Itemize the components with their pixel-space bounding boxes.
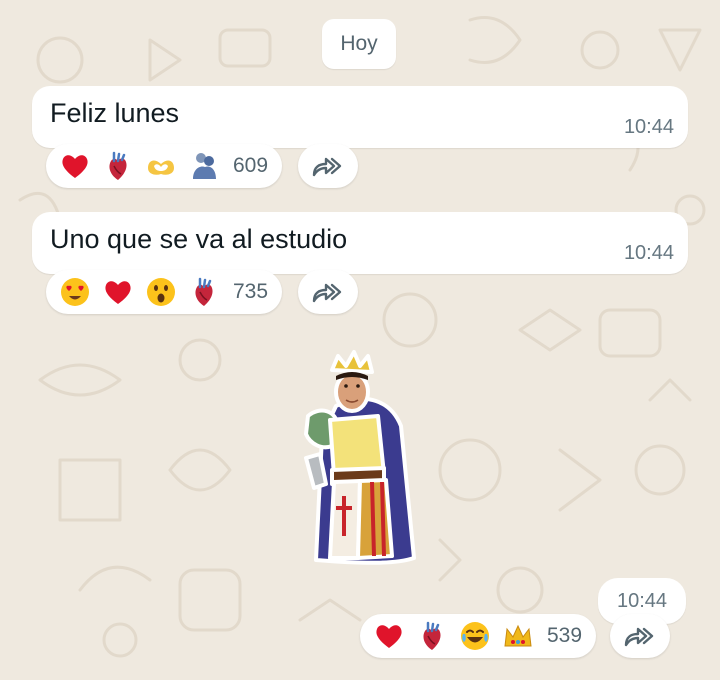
tears-of-joy-face-icon — [458, 619, 492, 653]
anatomical-heart-icon — [101, 149, 135, 183]
red-heart-icon — [101, 275, 135, 309]
forward-button-2[interactable] — [298, 270, 358, 314]
message-bubble-2[interactable]: Uno que se va al estudio 10:44 — [32, 212, 688, 274]
people-hugging-icon — [187, 149, 221, 183]
red-heart-icon — [372, 619, 406, 653]
message-time: 10:44 — [623, 242, 674, 264]
red-heart-icon — [58, 149, 92, 183]
heart-eyes-face-icon — [58, 275, 92, 309]
reaction-count: 609 — [233, 154, 269, 177]
forward-button-3[interactable] — [610, 614, 670, 658]
reactions-bar-2[interactable]: 735 — [46, 270, 282, 314]
heart-hands-icon — [144, 149, 178, 183]
date-chip: Hoy — [322, 19, 396, 69]
reaction-count: 735 — [233, 280, 269, 303]
message-time: 10:44 — [623, 116, 674, 138]
anatomical-heart-icon — [187, 275, 221, 309]
message-text: Feliz lunes — [50, 98, 180, 128]
reaction-count: 539 — [547, 624, 583, 647]
message-text: Uno que se va al estudio — [50, 224, 348, 254]
forward-button-1[interactable] — [298, 144, 358, 188]
reactions-bar-3[interactable]: 539 — [360, 614, 596, 658]
astonished-face-icon — [144, 275, 178, 309]
anatomical-heart-icon — [415, 619, 449, 653]
king-sticker[interactable] — [296, 346, 428, 570]
message-bubble-1[interactable]: Feliz lunes 10:44 — [32, 86, 688, 148]
crown-icon — [501, 619, 535, 653]
forward-icon — [312, 157, 342, 177]
reactions-bar-1[interactable]: 609 — [46, 144, 282, 188]
forward-icon — [624, 627, 654, 647]
forward-icon — [312, 283, 342, 303]
